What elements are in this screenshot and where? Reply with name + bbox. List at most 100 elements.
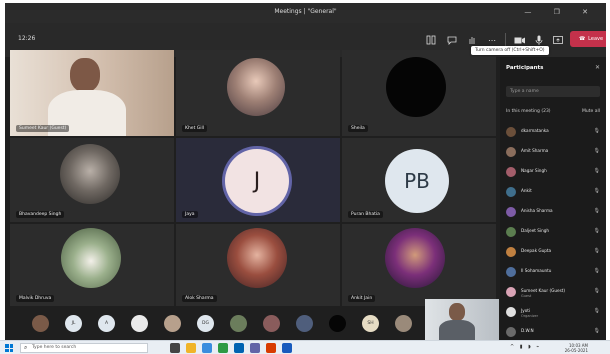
strip-avatar[interactable]: JL	[65, 315, 82, 332]
participant-row[interactable]: Il Sohamauntu 🎙	[506, 263, 602, 283]
title-bar: Meetings | "General" — ❐ ✕	[5, 3, 606, 23]
participant-avatar	[506, 167, 516, 177]
store-icon[interactable]	[234, 343, 244, 353]
participant-row[interactable]: Nagar Singh 🎙	[506, 163, 602, 183]
participant-avatar	[506, 287, 516, 297]
participant-row[interactable]: Deepak Gupta 🎙	[506, 243, 602, 263]
strip-avatar[interactable]: A	[98, 315, 115, 332]
powerpoint-icon[interactable]	[266, 343, 276, 353]
more-actions-icon[interactable]: ⋯	[486, 34, 498, 46]
participant-row[interactable]: D.W.N 🎙	[506, 323, 602, 340]
edge-icon[interactable]	[202, 343, 212, 353]
window-controls[interactable]: — ❐ ✕	[524, 8, 598, 16]
share-screen-icon[interactable]	[552, 34, 564, 46]
strip-avatar[interactable]	[32, 315, 49, 332]
participant-name: dkarmatanka	[521, 128, 549, 133]
participant-row[interactable]: Sumeet Kaur (Guest) Guest 🎙	[506, 283, 602, 303]
self-view-video[interactable]	[425, 299, 499, 340]
participant-name: Anisha Sharma	[521, 208, 553, 213]
participants-icon[interactable]	[425, 34, 437, 46]
mic-muted-icon: 🎙	[593, 168, 600, 174]
tile-name-label: Puran Bhatia	[348, 211, 383, 218]
participant-search-input[interactable]: Type a name	[506, 86, 600, 97]
tile-name-label: Sheila	[348, 125, 368, 132]
mute-all-button[interactable]: Mute all	[582, 109, 600, 114]
video-tile-5[interactable]: J Jaya	[176, 138, 340, 222]
participant-avatar	[506, 127, 516, 137]
video-tile-6[interactable]: PB Puran Bhatia	[342, 138, 496, 222]
avatar-photo	[227, 228, 287, 288]
toolbar-divider	[505, 33, 506, 47]
avatar-photo	[61, 228, 121, 288]
participant-avatar	[506, 307, 516, 317]
participant-row[interactable]: Daljeet Singh 🎙	[506, 223, 602, 243]
meeting-timer: 12:26	[18, 35, 36, 42]
video-tile-1[interactable]: Sumeet Kaur (Guest)	[10, 50, 174, 136]
tile-name-label: Bhavandeep Singh	[16, 211, 65, 218]
in-meeting-heading: In this meeting (23)	[506, 109, 551, 114]
participants-panel: Participants ✕ Type a name In this meeti…	[500, 57, 606, 340]
strip-avatar[interactable]	[296, 315, 313, 332]
mic-muted-icon: 🎙	[593, 228, 600, 234]
strip-avatar[interactable]	[164, 315, 181, 332]
participant-avatar	[506, 247, 516, 257]
word-icon[interactable]	[282, 343, 292, 353]
strip-avatar[interactable]: DG	[197, 315, 214, 332]
avatar-photo	[386, 57, 446, 117]
self-head	[449, 303, 465, 321]
video-tile-2[interactable]: Khet Gill	[176, 50, 340, 136]
video-tile-3[interactable]: Sheila	[342, 50, 496, 136]
avatar-photo	[227, 58, 285, 116]
video-tile-9[interactable]: Ankit Jain	[342, 224, 496, 306]
tile-name-label: Alok Sharma	[182, 295, 217, 302]
participant-row[interactable]: Anisha Sharma 🎙	[506, 203, 602, 223]
strip-avatar[interactable]	[395, 315, 412, 332]
video-tile-4[interactable]: Bhavandeep Singh	[10, 138, 174, 222]
participant-name: Sumeet Kaur (Guest)	[521, 288, 566, 293]
taskbar-search-input[interactable]: ⌕ Type here to search	[20, 343, 148, 353]
camera-icon[interactable]	[513, 34, 525, 46]
participant-row[interactable]: Amit Sharma 🎙	[506, 143, 602, 163]
participant-avatar	[506, 187, 516, 197]
strip-avatar[interactable]	[230, 315, 247, 332]
participant-name: Jyoti	[521, 308, 531, 313]
search-icon: ⌕	[24, 344, 28, 351]
strip-avatar[interactable]	[329, 315, 346, 332]
mic-muted-icon: 🎙	[593, 308, 600, 314]
mic-muted-icon: 🎙	[593, 288, 600, 294]
task-view-icon[interactable]	[170, 343, 180, 353]
panel-title: Participants	[506, 65, 544, 71]
windows-start-icon[interactable]	[5, 344, 13, 352]
video-tile-8[interactable]: Alok Sharma	[176, 224, 340, 306]
mic-muted-icon: 🎙	[593, 148, 600, 154]
clock-date: 26-05-2021	[564, 348, 588, 353]
participant-row[interactable]: dkarmatanka 🎙	[506, 123, 602, 143]
strip-avatar[interactable]	[131, 315, 148, 332]
chrome-icon[interactable]	[218, 343, 228, 353]
tile-name-label: Malvik Dhruva	[16, 295, 55, 302]
participant-row[interactable]: Ankit 🎙	[506, 183, 602, 203]
teams-icon[interactable]	[250, 343, 260, 353]
camera-tooltip: Turn camera off (Ctrl+Shift+O)	[471, 46, 549, 55]
leave-label: Leave	[588, 36, 604, 42]
tile-name-label: Jaya	[182, 211, 198, 218]
participant-avatar	[506, 267, 516, 277]
participant-name: Nagar Singh	[521, 168, 547, 173]
initials-avatar: PB	[385, 149, 449, 213]
avatar-photo	[385, 228, 445, 288]
microphone-icon[interactable]	[533, 34, 545, 46]
system-tray-icons[interactable]: ^ ▮ ◗ ⌁	[510, 344, 541, 350]
participant-name: Il Sohamauntu	[521, 268, 552, 273]
file-explorer-icon[interactable]	[186, 343, 196, 353]
strip-avatar[interactable]	[263, 315, 280, 332]
close-icon[interactable]: ✕	[595, 64, 600, 71]
raise-hand-icon[interactable]	[466, 34, 478, 46]
participant-role: Organizer	[521, 314, 539, 318]
video-tile-7[interactable]: Malvik Dhruva	[10, 224, 174, 306]
taskbar-clock[interactable]: 10:03 AM 26-05-2021	[565, 343, 588, 353]
leave-button[interactable]: ☎ Leave	[570, 31, 606, 47]
chat-icon[interactable]	[446, 34, 458, 46]
participant-row[interactable]: Jyoti Organizer 🎙	[506, 303, 602, 323]
phone-icon: ☎	[578, 36, 586, 42]
strip-avatar[interactable]: SH	[362, 315, 379, 332]
